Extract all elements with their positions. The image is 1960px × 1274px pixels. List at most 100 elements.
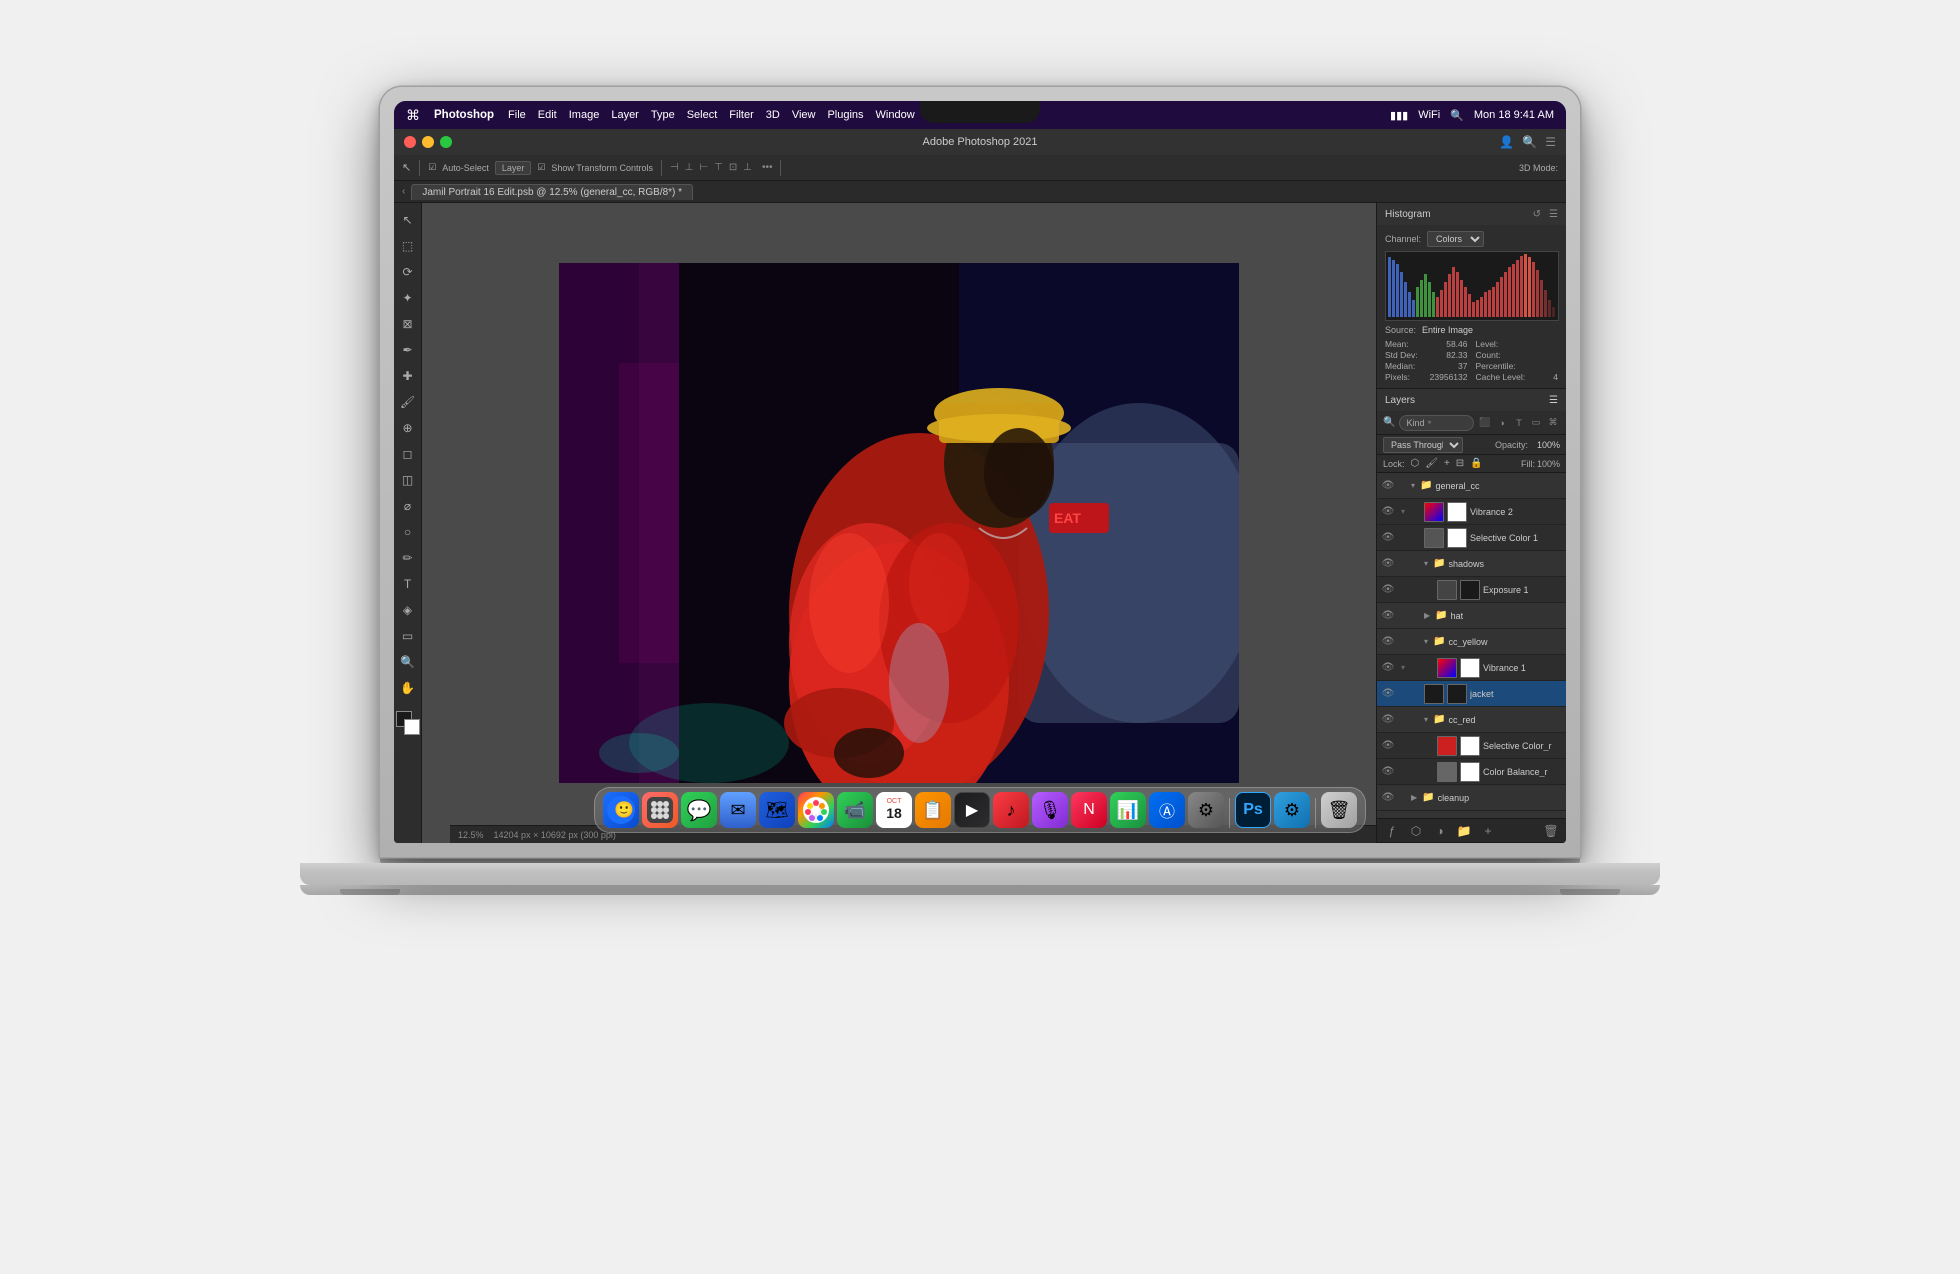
expand-arrow[interactable]: ▶ xyxy=(1424,611,1430,620)
expand-arrow[interactable]: ▾ xyxy=(1424,715,1428,724)
add-mask-button[interactable]: ⬡ xyxy=(1407,822,1425,840)
menu-3d[interactable]: 3D xyxy=(766,109,780,121)
lock-image-icon[interactable]: 🖌 xyxy=(1425,458,1438,469)
dock-systemprefs-2[interactable]: ⚙ xyxy=(1274,792,1310,828)
menubar-app-name[interactable]: Photoshop xyxy=(434,109,494,121)
tool-clone[interactable]: ⊕ xyxy=(397,417,419,439)
menu-edit[interactable]: Edit xyxy=(538,109,557,121)
filter-shape-icon[interactable]: ▭ xyxy=(1529,416,1543,430)
foreground-background-colors[interactable] xyxy=(396,711,420,735)
expand-arrow[interactable]: ▾ xyxy=(1424,559,1428,568)
histogram-refresh-icon[interactable]: ↺ xyxy=(1533,209,1541,220)
document-tab[interactable]: Jamil Portrait 16 Edit.psb @ 12.5% (gene… xyxy=(411,184,693,200)
lock-transparent-icon[interactable]: ⬡ xyxy=(1411,458,1420,469)
tool-selection[interactable]: ⬚ xyxy=(397,235,419,257)
blend-mode-select[interactable]: Pass Through Normal Multiply Screen xyxy=(1383,437,1463,453)
layer-item[interactable]: 👁 ▶ 📁 cleanup xyxy=(1377,785,1566,811)
layer-item[interactable]: 👁 jacket xyxy=(1377,681,1566,707)
maximize-button[interactable] xyxy=(440,136,452,148)
tool-eyedropper[interactable]: ✒ xyxy=(397,339,419,361)
layer-visibility-toggle[interactable]: 👁 xyxy=(1381,791,1395,805)
layers-menu-icon[interactable]: ☰ xyxy=(1549,395,1558,406)
dock-photos[interactable] xyxy=(798,792,834,828)
dock-facetime[interactable]: 📹 xyxy=(837,792,873,828)
show-transform-checkbox[interactable]: ☑ xyxy=(537,162,545,173)
lock-all-icon[interactable]: 🔒 xyxy=(1470,458,1482,469)
dock-trash[interactable]: 🗑 xyxy=(1321,792,1357,828)
lock-artboard-icon[interactable]: ⊟ xyxy=(1456,458,1464,469)
dock-news[interactable]: N xyxy=(1071,792,1107,828)
layer-visibility-toggle[interactable]: 👁 xyxy=(1381,557,1395,571)
histogram-menu-icon[interactable]: ☰ xyxy=(1549,209,1558,220)
layer-visibility-toggle[interactable]: 👁 xyxy=(1381,739,1395,753)
background-color[interactable] xyxy=(404,719,420,735)
menu-view[interactable]: View xyxy=(792,109,816,121)
dock-maps[interactable]: 🗺 xyxy=(759,792,795,828)
dock-photoshop[interactable]: Ps xyxy=(1235,792,1271,828)
layer-item[interactable]: 👁 ▾ 📁 left_arm xyxy=(1377,811,1566,818)
menu-filter[interactable]: Filter xyxy=(729,109,753,121)
add-adjustment-button[interactable]: ◑ xyxy=(1431,822,1449,840)
tool-shape[interactable]: ▭ xyxy=(397,625,419,647)
align-center-icon[interactable]: ⊥ xyxy=(685,162,694,173)
layer-visibility-toggle[interactable]: 👁 xyxy=(1381,635,1395,649)
tool-blur[interactable]: ⌀ xyxy=(397,495,419,517)
tool-crop[interactable]: ⊠ xyxy=(397,313,419,335)
layer-visibility-toggle[interactable]: 👁 xyxy=(1381,661,1395,675)
minimize-button[interactable] xyxy=(422,136,434,148)
ps-search-icon[interactable]: 🔍 xyxy=(1522,135,1537,149)
tool-dodge[interactable]: ○ xyxy=(397,521,419,543)
align-bottom-icon[interactable]: ⊥ xyxy=(743,162,752,173)
dock-finder[interactable]: 🙂 xyxy=(603,792,639,828)
dock-launchpad[interactable] xyxy=(642,792,678,828)
dock-mail[interactable]: ✉ xyxy=(720,792,756,828)
menu-image[interactable]: Image xyxy=(569,109,600,121)
menu-select[interactable]: Select xyxy=(687,109,718,121)
tool-magic-wand[interactable]: ✦ xyxy=(397,287,419,309)
layer-item[interactable]: 👁 ▾ 📁 cc_yellow xyxy=(1377,629,1566,655)
layer-visibility-toggle[interactable]: 👁 xyxy=(1381,505,1395,519)
layer-item[interactable]: 👁 Selective Color 1 xyxy=(1377,525,1566,551)
expand-arrow[interactable]: ▶ xyxy=(1411,793,1417,802)
menu-plugins[interactable]: Plugins xyxy=(827,109,863,121)
layers-filter-kind[interactable]: Kind ▾ xyxy=(1399,415,1474,431)
tool-eraser[interactable]: ◻ xyxy=(397,443,419,465)
filter-adjustment-icon[interactable]: ◑ xyxy=(1495,416,1509,430)
histogram-panel-header[interactable]: Histogram ↺ ☰ xyxy=(1377,203,1566,225)
channel-select[interactable]: Colors RGB Red Green Blue xyxy=(1427,231,1484,247)
layers-panel-header[interactable]: Layers ☰ xyxy=(1377,389,1566,411)
layer-item[interactable]: 👁 ▾ 📁 general_cc xyxy=(1377,473,1566,499)
fill-value[interactable]: 100% xyxy=(1537,459,1560,469)
dock-music[interactable]: ♪ xyxy=(993,792,1029,828)
opacity-value[interactable]: 100% xyxy=(1530,440,1560,450)
apple-menu[interactable]: ⌘ xyxy=(406,107,420,124)
layer-item[interactable]: 👁 ▾ 📁 shadows xyxy=(1377,551,1566,577)
filter-smart-icon[interactable]: ⌘ xyxy=(1546,416,1560,430)
dock-messages[interactable]: 💬 xyxy=(681,792,717,828)
tool-pen[interactable]: ✏ xyxy=(397,547,419,569)
align-top-icon[interactable]: ⊤ xyxy=(714,162,723,173)
layer-visibility-toggle[interactable]: 👁 xyxy=(1381,609,1395,623)
close-button[interactable] xyxy=(404,136,416,148)
menu-window[interactable]: Window xyxy=(876,109,915,121)
layer-item[interactable]: 👁 Exposure 1 xyxy=(1377,577,1566,603)
move-tool-icon[interactable]: ↖ xyxy=(402,161,411,174)
back-nav-icon[interactable]: ‹ xyxy=(402,186,405,197)
add-layer-fx-button[interactable]: ƒ xyxy=(1383,822,1401,840)
dock-numbers[interactable]: 📊 xyxy=(1110,792,1146,828)
align-middle-icon[interactable]: ⊡ xyxy=(729,162,737,173)
more-options-btn[interactable]: ••• xyxy=(762,162,773,173)
expand-arrow[interactable]: ▾ xyxy=(1424,637,1428,646)
add-group-button[interactable]: 📁 xyxy=(1455,822,1473,840)
ps-menu-icon[interactable]: ☰ xyxy=(1545,135,1556,149)
filter-pixel-icon[interactable]: ⬛ xyxy=(1478,416,1492,430)
tool-text[interactable]: T xyxy=(397,573,419,595)
dock-podcasts[interactable]: 🎙 xyxy=(1032,792,1068,828)
layer-visibility-toggle[interactable]: 👁 xyxy=(1381,765,1395,779)
layer-visibility-toggle[interactable]: 👁 xyxy=(1381,531,1395,545)
layer-item[interactable]: 👁 ▾ 📁 cc_red xyxy=(1377,707,1566,733)
layer-visibility-toggle[interactable]: 👁 xyxy=(1381,583,1395,597)
tool-gradient[interactable]: ◫ xyxy=(397,469,419,491)
tool-zoom[interactable]: 🔍 xyxy=(397,651,419,673)
tool-hand[interactable]: ✋ xyxy=(397,677,419,699)
